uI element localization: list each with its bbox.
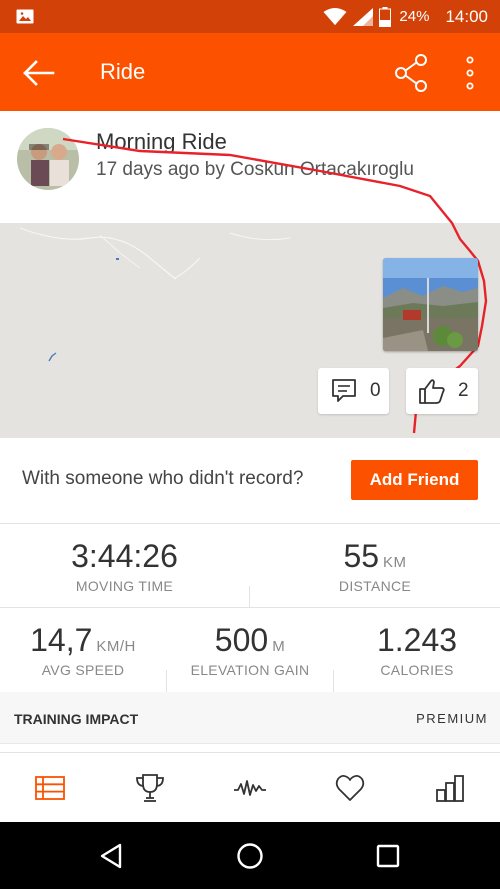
status-indicators: 24% 14:00	[323, 0, 488, 33]
comments-button[interactable]: 0	[318, 368, 389, 414]
distance-unit: KM	[383, 554, 407, 571]
square-recents-icon	[376, 844, 400, 868]
stats-row-secondary: 14,7 KM/H AVG SPEED 500 M ELEVATION GAIN 1…	[0, 608, 500, 692]
nav-profile-stats[interactable]	[400, 753, 500, 823]
avatar[interactable]	[17, 128, 79, 190]
calories-value: 1.243	[376, 622, 458, 658]
nav-feed[interactable]	[0, 753, 100, 823]
add-friend-button[interactable]: Add Friend	[351, 460, 478, 500]
stats-bars-icon	[436, 775, 464, 802]
share-button[interactable]	[392, 53, 432, 93]
stat-moving-time: 3:44:26 MOVING TIME	[0, 524, 249, 608]
arrow-left-icon	[23, 60, 55, 86]
avg-speed-label: AVG SPEED	[41, 662, 125, 678]
training-impact-row[interactable]: TRAINING IMPACT PREMIUM	[0, 692, 500, 744]
wifi-icon	[323, 7, 347, 25]
comment-count: 0	[370, 380, 381, 401]
avg-speed-value: 14,7 KM/H	[30, 622, 136, 658]
stat-calories: 1.243 CALORIES	[334, 608, 500, 692]
system-home-button[interactable]	[230, 836, 270, 876]
activity-photo-thumbnail[interactable]	[383, 258, 478, 351]
more-vertical-icon	[466, 56, 474, 90]
athlete-photo	[17, 128, 79, 190]
add-friend-prompt: With someone who didn't record?	[22, 468, 304, 489]
stat-distance: 55 KM DISTANCE	[250, 524, 500, 608]
nav-record[interactable]	[200, 753, 300, 823]
share-icon	[395, 54, 427, 92]
thumbs-up-icon	[419, 379, 445, 404]
activity-meta[interactable]: 17 days ago by Coskun Ortacakıroglu	[96, 159, 414, 181]
avg-speed-unit: KM/H	[96, 638, 136, 655]
page-title: Ride	[100, 59, 146, 84]
feed-icon	[35, 776, 65, 800]
elevation-unit: M	[272, 638, 286, 655]
bottom-navigation	[0, 752, 500, 822]
system-navigation-bar	[0, 822, 500, 889]
battery-percent: 24%	[399, 8, 430, 25]
clock: 14:00	[445, 6, 488, 26]
comment-icon	[332, 379, 356, 402]
signal-icon	[353, 7, 374, 26]
image-notification-icon	[16, 9, 34, 24]
circle-home-icon	[237, 843, 263, 869]
stat-elevation-gain: 500 M ELEVATION GAIN	[167, 608, 333, 692]
system-recents-button[interactable]	[368, 836, 408, 876]
elevation-value: 500 M	[214, 622, 286, 658]
training-impact-title: TRAINING IMPACT	[14, 711, 139, 727]
activity-title: Morning Ride	[96, 129, 227, 154]
activity-wave-icon	[234, 780, 266, 796]
landscape-photo	[383, 258, 478, 351]
stats-row-primary: 3:44:26 MOVING TIME 55 KM DISTANCE	[0, 524, 500, 608]
premium-badge: PREMIUM	[416, 711, 488, 726]
moving-time-value: 3:44:26	[71, 538, 178, 574]
battery-icon	[379, 6, 392, 27]
add-friend-row: With someone who didn't record? Add Frie…	[0, 438, 500, 524]
activity-header: Morning Ride 17 days ago by Coskun Ortac…	[0, 111, 500, 223]
system-back-button[interactable]	[91, 836, 131, 876]
nav-challenges[interactable]	[100, 753, 200, 823]
kudos-button[interactable]: 2	[406, 368, 478, 414]
trophy-icon	[136, 774, 164, 802]
calories-label: CALORIES	[380, 662, 454, 678]
overflow-menu-button[interactable]	[456, 51, 484, 95]
nav-health[interactable]	[300, 753, 400, 823]
moving-time-label: MOVING TIME	[75, 578, 174, 594]
kudos-count: 2	[458, 380, 469, 401]
heart-icon	[335, 774, 365, 801]
elevation-label: ELEVATION GAIN	[190, 662, 310, 678]
distance-value: 55 KM	[343, 538, 407, 574]
status-bar: 24% 14:00	[0, 0, 500, 33]
stat-avg-speed: 14,7 KM/H AVG SPEED	[0, 608, 166, 692]
back-button[interactable]	[18, 53, 58, 93]
app-bar: Ride	[0, 33, 500, 111]
distance-label: DISTANCE	[338, 578, 412, 594]
triangle-back-icon	[100, 843, 122, 869]
